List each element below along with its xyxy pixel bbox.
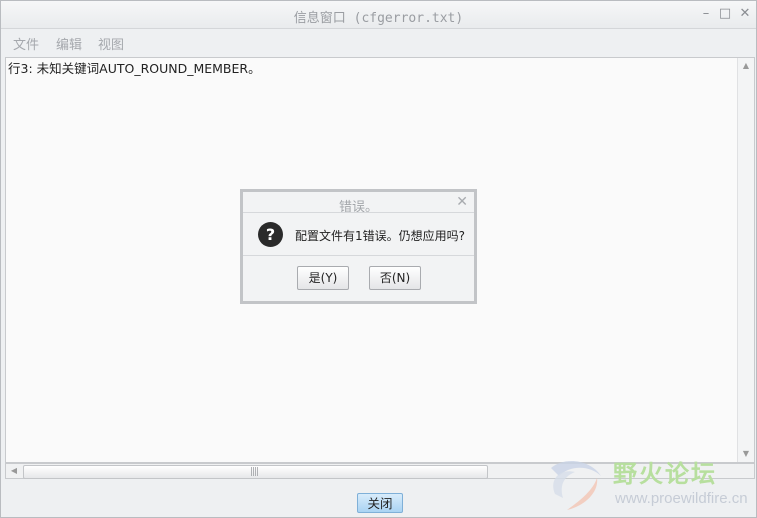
scroll-left-icon[interactable]: ◀ xyxy=(6,464,22,478)
dialog-close-icon[interactable]: ✕ xyxy=(456,194,468,210)
scroll-up-icon[interactable]: ▲ xyxy=(738,59,754,73)
watermark-title: 野火论坛 xyxy=(613,460,717,488)
watermark: 野火论坛 www.proewildfire.cn xyxy=(545,452,755,514)
dialog-message: 配置文件有1错误。仍想应用吗? xyxy=(295,229,466,243)
menu-file[interactable]: 文件 xyxy=(13,34,39,53)
menu-view[interactable]: 视图 xyxy=(98,34,124,53)
menu-edit[interactable]: 编辑 xyxy=(56,34,82,53)
error-dialog: 错误。 ✕ ? 配置文件有1错误。仍想应用吗? 是(Y) 否(N) xyxy=(240,189,477,304)
yes-button[interactable]: 是(Y) xyxy=(297,266,349,290)
divider xyxy=(243,212,474,213)
vertical-scrollbar[interactable]: ▲ ▼ xyxy=(737,58,754,462)
maximize-icon[interactable]: □ xyxy=(717,6,733,22)
watermark-logo-icon xyxy=(551,461,601,510)
question-icon: ? xyxy=(258,222,283,247)
minimize-icon[interactable]: – xyxy=(698,6,714,22)
window-title: 信息窗口 (cfgerror.txt) xyxy=(293,11,464,26)
scroll-grip: |||| xyxy=(250,467,259,477)
close-button[interactable]: 关闭 xyxy=(357,493,403,513)
horizontal-scroll-thumb[interactable]: |||| xyxy=(23,465,488,479)
close-icon[interactable]: ✕ xyxy=(737,6,753,22)
divider xyxy=(243,255,474,256)
message-line: 行3: 未知关键词AUTO_ROUND_MEMBER。 xyxy=(8,61,261,76)
title-bar[interactable]: 信息窗口 (cfgerror.txt) – □ ✕ xyxy=(1,1,756,29)
watermark-url: www.proewildfire.cn xyxy=(615,490,748,507)
menu-bar: 文件 编辑 视图 xyxy=(1,29,756,55)
no-button[interactable]: 否(N) xyxy=(369,266,421,290)
